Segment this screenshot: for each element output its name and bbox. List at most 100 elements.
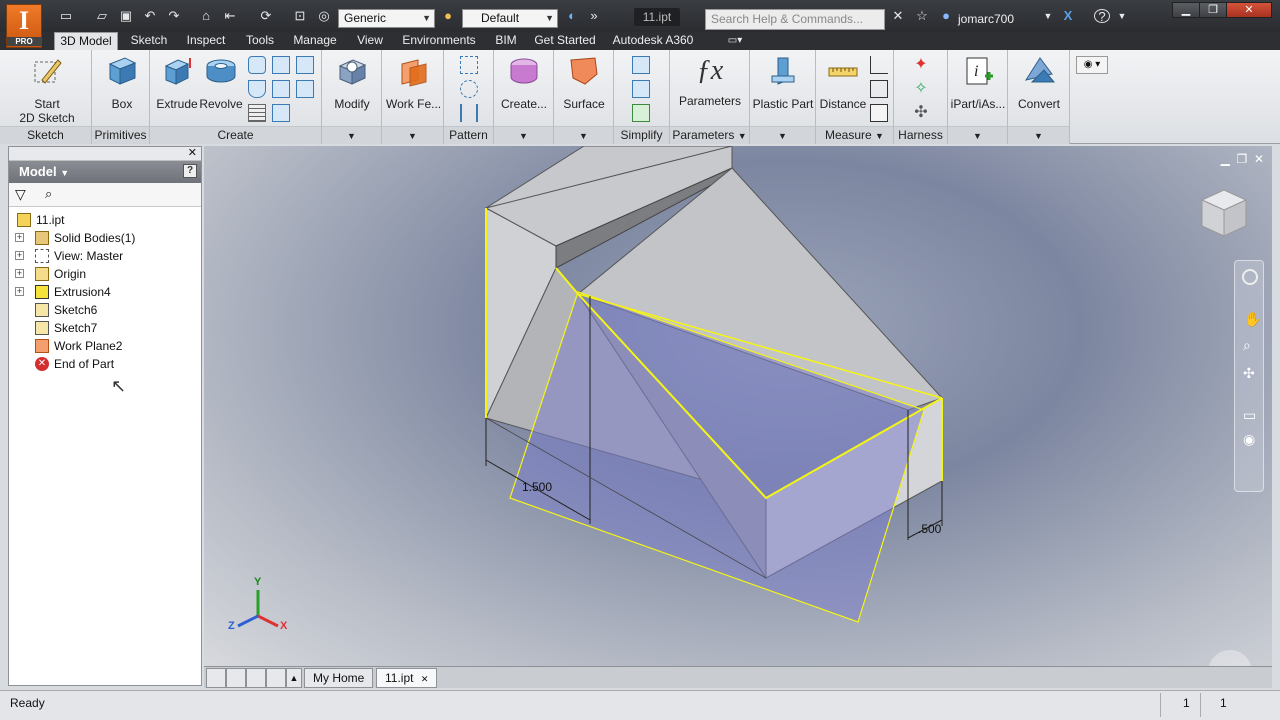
favorites-star-icon[interactable]: ☆ [914,9,930,23]
tree-item-origin[interactable]: + Origin [9,265,199,283]
ribbon-options-icon[interactable]: ▭▾ [720,32,750,50]
appearance-icon[interactable]: ◎ [316,9,332,23]
exchange-apps-icon[interactable]: X [1060,9,1076,23]
panel-label-parameters[interactable]: Parameters ▼ [670,126,749,144]
place-pin-icon[interactable]: ✦ [912,56,930,74]
pan-hand-icon[interactable]: ✋ [1244,311,1261,328]
rectangular-pattern-icon[interactable] [460,56,478,74]
doc-tab-11-ipt[interactable]: 11.ipt ✕ [376,668,438,688]
place-pin-group-icon[interactable]: ✧ [912,80,930,98]
steering-wheel-icon[interactable] [1242,269,1258,285]
tab-3d-model[interactable]: 3D Model [54,32,118,50]
tree-item-sketch7[interactable]: Sketch7 [9,319,199,337]
undo-icon[interactable]: ↶ [142,9,158,23]
application-menu-button[interactable]: I PRO [6,4,42,48]
convert-button[interactable]: Convert [1012,54,1066,111]
revolve-button[interactable]: Revolve [198,54,244,111]
fillet-icon[interactable] [272,80,290,98]
material-combo[interactable]: Default ▼ [462,9,558,28]
orbit-icon[interactable]: ✣ [1243,365,1255,382]
tab-view[interactable]: View [350,32,390,50]
save-icon[interactable]: ▣ [118,9,134,23]
tile-vertical-icon[interactable] [266,668,286,688]
remove-details-icon[interactable] [632,56,650,74]
tree-item-part[interactable]: 11.ipt [9,211,199,229]
return-icon[interactable]: ⇤ [222,9,238,23]
expand-icon[interactable]: + [15,287,24,296]
update-icon[interactable]: ⟳ [258,9,274,23]
cascade-windows-icon[interactable] [206,668,226,688]
tile-windows-icon[interactable] [226,668,246,688]
home-icon[interactable]: ⌂ [198,9,214,23]
tree-item-work-plane2[interactable]: Work Plane2 [9,337,199,355]
angle-icon[interactable] [870,56,888,74]
help-icon[interactable]: ? [183,164,197,178]
define-envelopes-icon[interactable] [632,104,650,122]
doc-tab-my-home[interactable]: My Home [304,668,374,688]
graphics-viewport[interactable]: 1.500 .500 Y X Z ▁ ❐ ✕ ✋ ⌕ ✣ ▭ ◉ [204,146,1272,666]
look-at-icon[interactable]: ▭ [1243,407,1256,424]
color-override-icon[interactable]: ◐ [564,9,580,23]
panel-label-plastic-part[interactable]: ▼ [750,126,815,144]
shell-icon[interactable] [296,80,314,98]
expand-icon[interactable]: + [15,233,24,242]
ribbon-customize-dropdown[interactable]: ◉ ▾ [1076,56,1108,74]
panel-label-freeform[interactable]: ▼ [494,126,553,144]
appearance-combo[interactable]: Generic ▼ [338,9,435,28]
tab-manage[interactable]: Manage [288,32,342,50]
plastic-part-button[interactable]: Plastic Part [752,54,814,111]
fill-voids-icon[interactable] [632,80,650,98]
area-icon[interactable] [870,104,888,122]
panel-label-surface[interactable]: ▼ [554,126,613,144]
dimension-label-right[interactable]: .500 [918,522,941,536]
redo-icon[interactable]: ↷ [166,9,182,23]
tree-item-extrusion4[interactable]: + Extrusion4 [9,283,199,301]
mirror-icon[interactable] [460,104,478,122]
tab-environments[interactable]: Environments [398,32,480,50]
filter-icon[interactable]: ▽ [15,186,26,203]
tree-item-sketch6[interactable]: Sketch6 [9,301,199,319]
circular-pattern-icon[interactable] [460,80,478,98]
hole-icon[interactable] [248,80,266,98]
rib-icon[interactable] [296,56,314,74]
find-binoculars-icon[interactable]: ⌕ [45,186,52,202]
tree-item-solid-bodies[interactable]: + Solid Bodies(1) [9,229,199,247]
close-tab-icon[interactable]: ✕ [421,674,429,684]
expand-icon[interactable]: + [15,251,24,260]
restore-viewport-icon[interactable]: ❐ [1237,152,1248,166]
panel-label-work-features[interactable]: ▼ [382,126,443,144]
close-browser-icon[interactable]: ✕ [188,146,197,159]
restore-window-button[interactable]: ❐ [1199,2,1227,18]
user-name[interactable]: jomarc700 [958,12,1014,26]
viewcube[interactable] [1194,184,1254,244]
help-icon[interactable]: ? [1094,9,1110,24]
modify-button[interactable]: Modify [328,54,376,111]
sweep-icon[interactable] [248,56,266,74]
close-window-button[interactable]: ✕ [1226,2,1272,18]
search-binoculars-icon[interactable]: ✕ [890,9,906,23]
close-viewport-icon[interactable]: ✕ [1254,152,1264,166]
work-features-button[interactable]: Work Fe... [386,54,441,111]
tab-bim[interactable]: BIM [488,32,524,50]
user-icon[interactable]: ● [938,9,954,23]
new-file-icon[interactable]: ▭ [58,9,74,23]
panel-label-modify[interactable]: ▼ [322,126,381,144]
minimize-window-button[interactable]: ▁ [1172,2,1200,18]
panel-label-convert[interactable]: ▼ [1008,126,1069,144]
parameters-button[interactable]: ƒx Parameters [676,54,744,108]
define-pin-icon[interactable]: ✣ [912,104,930,122]
tile-horizontal-icon[interactable] [246,668,266,688]
expand-icon[interactable]: + [15,269,24,278]
search-help-input[interactable]: Search Help & Commands... [705,9,885,30]
extrude-button[interactable]: Extrude [154,54,200,111]
loft-icon[interactable] [272,56,290,74]
box-button[interactable]: Box [98,54,146,111]
browser-title-dropdown[interactable]: Model ▼ ? [9,161,201,183]
distance-button[interactable]: Distance [818,54,868,111]
view-face-icon[interactable]: ◉ [1243,431,1255,448]
open-folder-icon[interactable]: ▱ [94,9,110,23]
more-commands-icon[interactable]: » [586,9,602,23]
tab-tools[interactable]: Tools [240,32,280,50]
ipart-button[interactable]: i iPart/iAs... [950,54,1006,111]
panel-label-measure[interactable]: Measure ▼ [816,126,893,144]
